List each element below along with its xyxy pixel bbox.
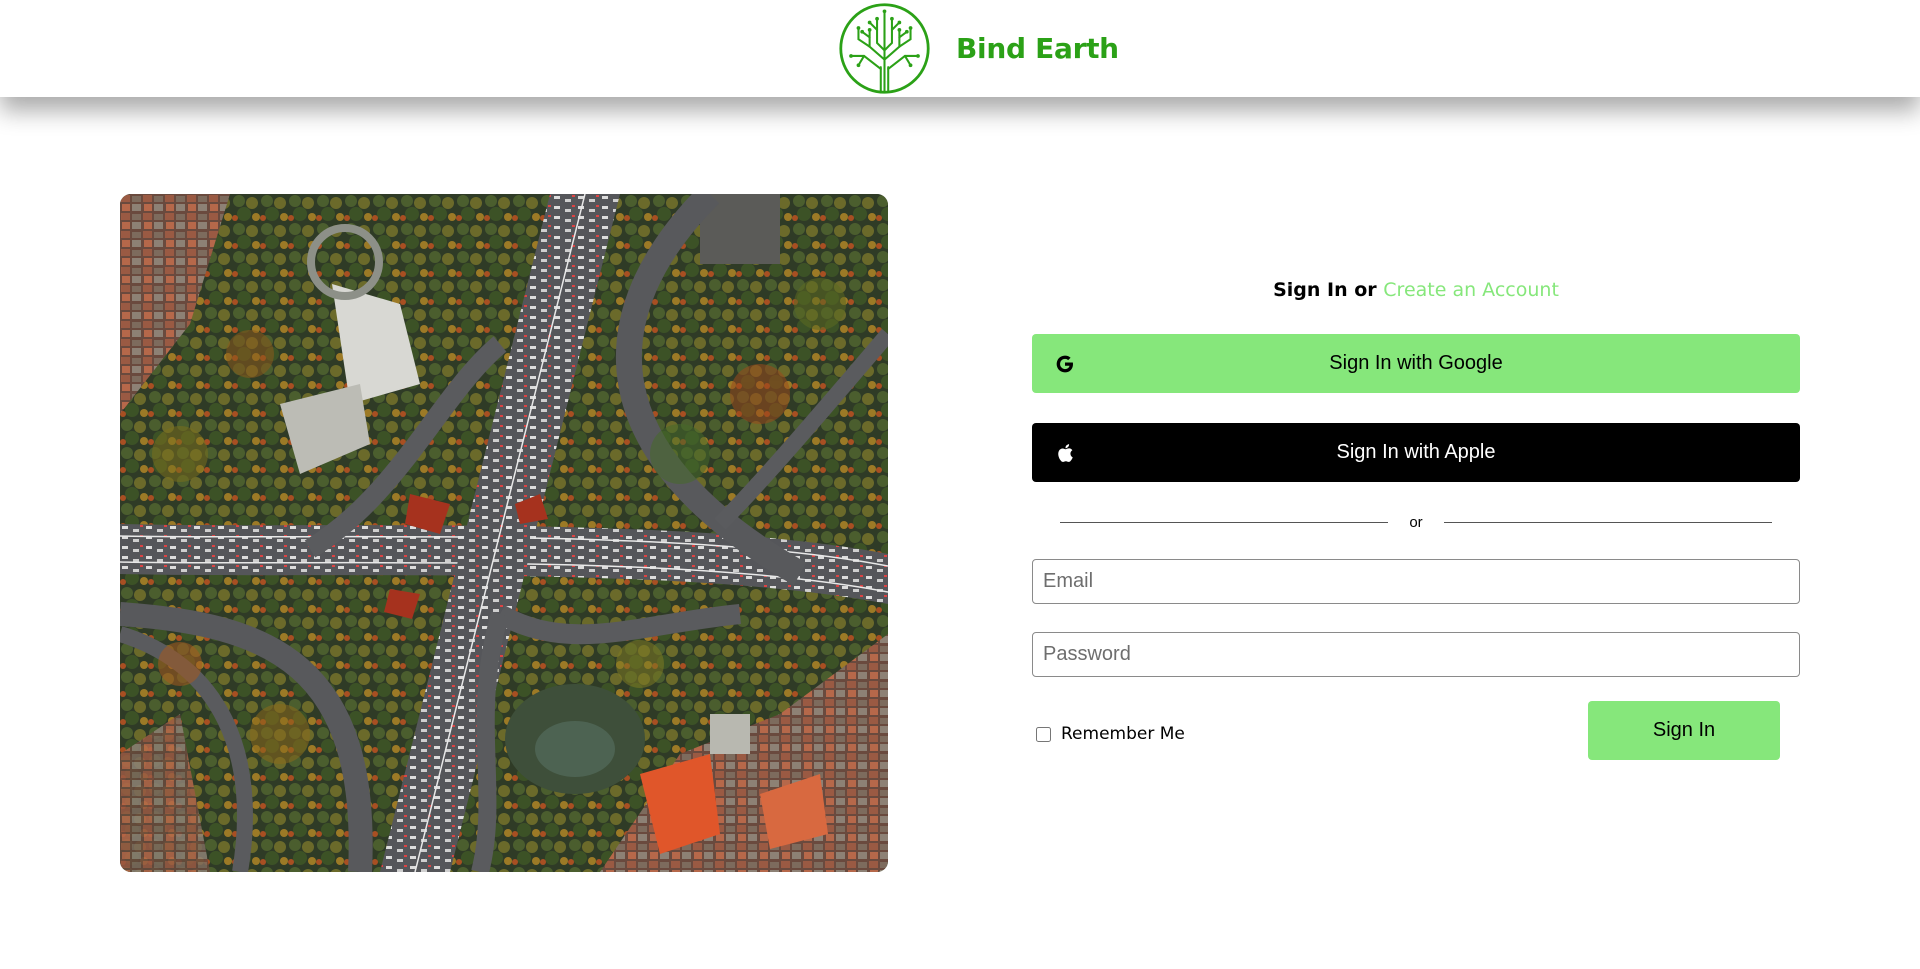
signin-heading: Sign In or Create an Account: [1032, 278, 1800, 302]
divider-text: or: [1409, 513, 1423, 531]
tree-circuit-icon: [839, 3, 930, 94]
divider-line-left: [1060, 521, 1388, 523]
brand-name: Bind Earth: [956, 32, 1119, 65]
google-signin-label: Sign In with Google: [1329, 352, 1503, 374]
aerial-highway-interchange-photo: [120, 194, 888, 872]
google-signin-button[interactable]: Sign In with Google: [1032, 334, 1800, 393]
apple-signin-label: Sign In with Apple: [1336, 441, 1496, 463]
hero-aerial-image: [120, 194, 888, 872]
email-field[interactable]: [1032, 559, 1800, 604]
remember-me-checkbox[interactable]: [1036, 726, 1051, 742]
create-account-link[interactable]: Create an Account: [1383, 279, 1559, 301]
or-divider: or: [1060, 511, 1772, 533]
brand-home-link[interactable]: Bind Earth: [838, 2, 1119, 95]
signin-heading-title: Sign In: [1273, 279, 1348, 301]
remember-me-label: Remember Me: [1061, 724, 1185, 744]
signin-submit-button[interactable]: Sign In: [1588, 701, 1780, 760]
site-header: Bind Earth: [0, 0, 1920, 97]
password-field[interactable]: [1032, 632, 1800, 677]
remember-me[interactable]: Remember Me: [1036, 722, 1185, 746]
google-icon: [1054, 353, 1076, 375]
divider-line-right: [1444, 521, 1772, 523]
signin-heading-or: or: [1347, 279, 1384, 301]
apple-signin-button[interactable]: Sign In with Apple: [1032, 423, 1800, 482]
apple-icon: [1054, 442, 1076, 464]
signin-panel: Sign In or Create an Account Sign In wit…: [1032, 0, 1800, 969]
